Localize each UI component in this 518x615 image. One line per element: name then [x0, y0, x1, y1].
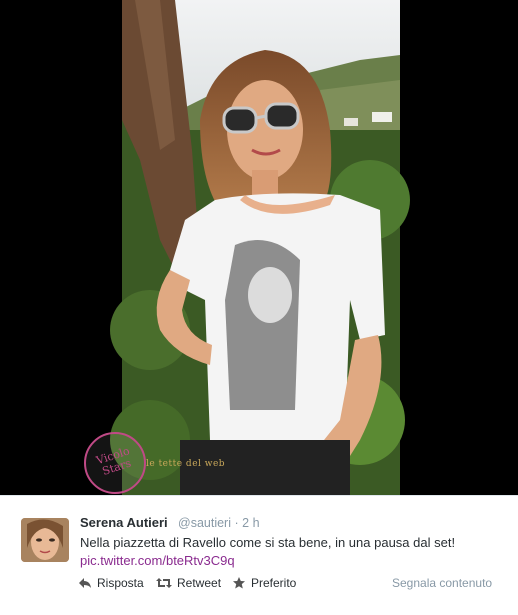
reply-icon: [79, 578, 91, 588]
watermark-logo: Vicolo Stars: [84, 432, 146, 494]
reply-button[interactable]: Risposta: [78, 576, 144, 590]
favorite-button[interactable]: Preferito: [232, 576, 296, 590]
retweet-icon: [156, 578, 172, 588]
author-name[interactable]: Serena Autieri: [80, 515, 168, 530]
author-meta: @sautieri · 2 h: [178, 516, 260, 530]
watermark-logo-text: Vicolo Stars: [94, 444, 133, 478]
star-icon: [233, 577, 245, 589]
retweet-label: Retweet: [177, 576, 222, 590]
report-content-link[interactable]: Segnala contenuto: [392, 576, 492, 590]
tweet-photo[interactable]: Vicolo Stars le tette del web: [0, 0, 518, 495]
tweet-time[interactable]: 2 h: [242, 516, 259, 530]
favorite-label: Preferito: [251, 576, 297, 590]
photo-scene: [0, 0, 518, 495]
meta-separator: ·: [234, 516, 239, 530]
tweet-text-block: Nella piazzetta di Ravello come si sta b…: [80, 534, 505, 570]
reply-label: Risposta: [97, 576, 144, 590]
author-handle[interactable]: @sautieri: [178, 516, 231, 530]
avatar-image: [21, 518, 69, 562]
retweet-button[interactable]: Retweet: [156, 576, 221, 590]
avatar[interactable]: [21, 518, 69, 562]
watermark-site-text: le tette del web: [146, 459, 226, 469]
tweet-media-link[interactable]: pic.twitter.com/bteRtv3C9q: [80, 553, 235, 568]
tweet-text: Nella piazzetta di Ravello come si sta b…: [80, 535, 456, 550]
tweet-card: Serena Autieri @sautieri · 2 h Nella pia…: [0, 495, 518, 615]
